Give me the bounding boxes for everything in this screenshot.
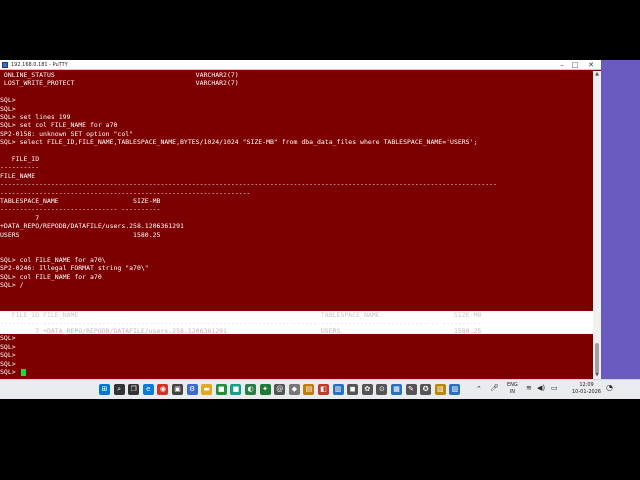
terminal-line: ----------------------------------------… [0, 188, 251, 197]
clock[interactable]: 12:09 10-01-2026 [572, 382, 601, 396]
vertical-scrollbar[interactable]: ▲ ▼ [593, 71, 601, 379]
clock-time: 12:09 [579, 382, 594, 388]
result-row: 7 +DATA_REPO/REPODB/DATAFILE/users.258.1… [0, 327, 482, 335]
search-icon[interactable]: ⌕ [113, 384, 125, 395]
close-button[interactable]: ✕ [585, 60, 597, 70]
scroll-up-icon[interactable]: ▲ [593, 71, 601, 77]
terminal-line: USERS 1580.25 [0, 230, 161, 239]
terminal-line: SQL> col FILE_NAME for a70\ [0, 255, 106, 264]
microphone-icon[interactable]: 🎤︎ [490, 385, 499, 392]
app-icon-11[interactable]: ▦ [391, 384, 402, 395]
result-dashes: ---------- -----------------------------… [0, 319, 482, 327]
window-title: 192.168.0.181 - PuTTY [11, 62, 68, 68]
terminal-line: +DATA_REPO/REPODB/DATAFILE/users.258.120… [0, 222, 184, 231]
app-icon-1[interactable]: ■ [230, 384, 242, 395]
edge-icon[interactable]: e [142, 384, 154, 395]
terminal-line: ----------------------------------------… [0, 180, 497, 189]
terminal-line: SP2-0246: Illegal FORMAT string "a70\" [0, 264, 149, 273]
app-icon-12[interactable]: ✎ [405, 384, 417, 395]
task-view-icon[interactable]: ❐ [128, 384, 140, 395]
app-icon-13[interactable]: ✪ [420, 384, 432, 395]
maximize-button[interactable]: □ [569, 60, 581, 70]
sql-prompt-line: SQL> [0, 342, 16, 351]
terminal-icon[interactable]: ▣ [172, 384, 183, 395]
app-icon-3[interactable]: ✦ [259, 384, 271, 395]
app-icon-14[interactable]: ▧ [434, 384, 446, 395]
terminal-line: 7 [0, 213, 40, 222]
terminal-line: LOST_WRITE_PROTECT VARCHAR2(7) [0, 79, 239, 88]
terminal-line: SQL> [0, 104, 16, 113]
terminal-line: SQL> [0, 96, 16, 105]
result-header: FILE_ID FILE_NAME TABLESPACE_NAME SIZE-M… [0, 311, 482, 319]
terminal-area[interactable]: ONLINE_STATUS VARCHAR2(7) LOST_WRITE_PRO… [0, 71, 593, 379]
terminal-line: SQL> / [0, 281, 24, 289]
chrome-icon[interactable]: ◉ [157, 384, 169, 395]
notification-icon[interactable]: ◔ [606, 384, 613, 392]
app-icon-7[interactable]: ▥ [332, 384, 344, 395]
language-indicator[interactable]: ENG IN [507, 382, 518, 396]
language-code: ENG [507, 382, 518, 388]
sql-prompt-line: SQL> [0, 359, 16, 368]
minimize-button[interactable]: – [556, 60, 568, 70]
putty-window[interactable]: 192.168.0.181 - PuTTY – □ ✕ ONLINE_STATU… [0, 60, 601, 379]
terminal-line: SP2-0158: unknown SET option "col" [0, 129, 134, 138]
app-icon-9[interactable]: ✿ [361, 384, 373, 395]
terminal-line: FILE_NAME [0, 171, 36, 180]
battery-icon[interactable]: ▭ [551, 385, 558, 392]
store-icon[interactable]: ■ [215, 384, 227, 395]
terminal-line: ---------- [0, 163, 40, 172]
app-icon-6[interactable]: ◧ [318, 384, 329, 395]
region-code: IN [509, 389, 515, 395]
app-icon-4[interactable]: @ [274, 384, 286, 395]
app-icon-8[interactable]: ◼ [347, 384, 359, 395]
clock-date: 10-01-2026 [572, 389, 602, 395]
scrollbar-thumb[interactable] [595, 343, 599, 373]
sql-prompt-line: SQL> [0, 368, 20, 377]
app-icon-2[interactable]: ◐ [245, 384, 256, 395]
putty-icon [2, 62, 8, 68]
chevron-up-icon[interactable]: ⌃ [476, 386, 482, 393]
start-icon[interactable]: ⊞ [99, 384, 110, 395]
terminal-line: SQL> set lines 199 [0, 113, 71, 121]
wifi-icon[interactable]: ≋ [526, 385, 532, 392]
terminal-line: TABLESPACE_NAME SIZE-MB [0, 197, 161, 205]
putty-icon[interactable]: ▤ [303, 384, 315, 395]
terminal-line: ------------------------------ ---------… [0, 205, 161, 214]
app-icon-15[interactable]: ▨ [449, 384, 461, 395]
settings-icon[interactable]: ⚙ [186, 384, 198, 395]
terminal-line: SQL> set col FILE_NAME for a70 [0, 121, 118, 130]
app-icon-10[interactable]: ⊙ [376, 384, 388, 395]
volume-icon[interactable]: ◀) [537, 385, 545, 392]
app-icon-5[interactable]: ◆ [288, 384, 300, 395]
sql-prompt-line: SQL> [0, 334, 16, 342]
scroll-down-icon[interactable]: ▼ [593, 372, 601, 378]
taskbar: ⊞ ⌕ ❐ e ◉ ▣ ⚙ ▬ ■ ■ ◐ ✦ @ ◆ ▤ ◧ ▥ ◼ ✿ ⊙ ▦ ✎ ✪ ▧ ▨ ⌃ 🎤︎ ENG IN ≋ … [0, 379, 640, 399]
terminal-line: FILE_ID [0, 155, 40, 163]
explorer-icon[interactable]: ▬ [201, 384, 213, 395]
title-bar[interactable]: 192.168.0.181 - PuTTY – □ ✕ [0, 60, 601, 70]
selected-result-block: FILE_ID FILE_NAME TABLESPACE_NAME SIZE-M… [0, 311, 593, 335]
sql-prompt-line: SQL> [0, 351, 16, 360]
terminal-line: SQL> select FILE_ID,FILE_NAME,TABLESPACE… [0, 138, 478, 147]
text-cursor [21, 369, 26, 377]
desktop: 192.168.0.181 - PuTTY – □ ✕ ONLINE_STATU… [0, 60, 640, 399]
terminal-line: SQL> col FILE_NAME for a70 [0, 272, 102, 281]
terminal-line: ONLINE_STATUS VARCHAR2(7) [0, 71, 239, 79]
